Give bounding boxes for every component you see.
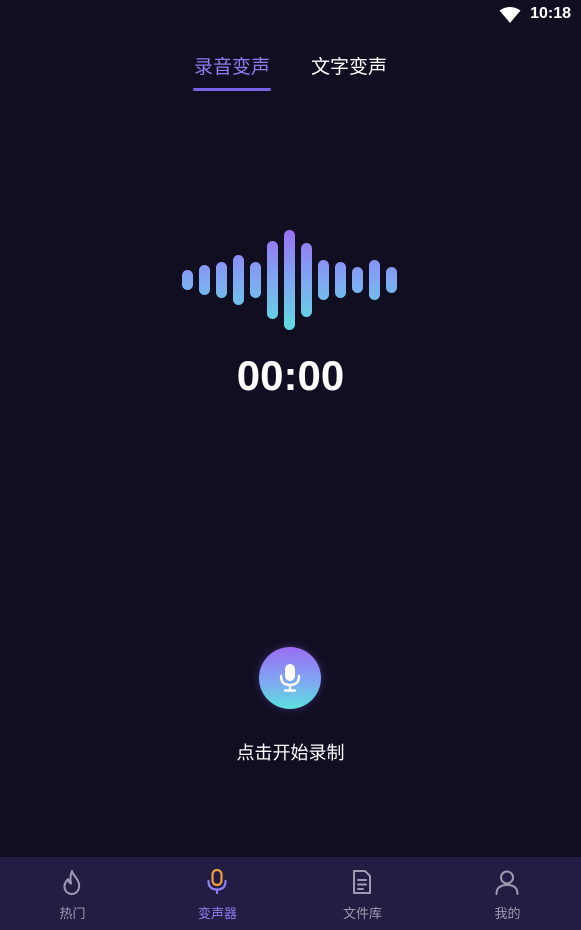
tab-bar: 录音变声 文字变声 [0, 54, 581, 94]
active-tab-indicator [193, 88, 271, 91]
bottom-nav: 热门 变声器 文件库 我的 [0, 857, 581, 930]
wave-bar [335, 262, 346, 298]
status-bar: 10:18 [0, 0, 581, 32]
nav-item-profile[interactable]: 我的 [435, 857, 580, 930]
wave-bar [250, 262, 261, 298]
wave-bar [318, 260, 329, 300]
nav-label-file-library: 文件库 [342, 907, 382, 922]
nav-item-hot[interactable]: 热门 [0, 857, 145, 930]
nav-label-profile: 我的 [494, 907, 521, 922]
document-icon [353, 870, 371, 894]
wave-bar [284, 230, 295, 330]
flame-icon [63, 870, 81, 895]
record-hint-text: 点击开始录制 [236, 743, 345, 764]
record-button[interactable] [259, 647, 321, 709]
waveform-graphic [182, 230, 397, 330]
wave-bar [182, 270, 193, 290]
nav-label-voice-changer: 变声器 [197, 907, 237, 922]
wave-bar [352, 267, 363, 293]
wifi-icon [499, 7, 521, 23]
wave-bar [369, 260, 380, 300]
recording-timer: 00:00 [236, 352, 345, 399]
wave-bar [386, 267, 397, 293]
wave-bar [216, 262, 227, 298]
wave-bar [301, 243, 312, 317]
status-time: 10:18 [530, 5, 571, 22]
microphone-icon [279, 664, 301, 692]
tab-record-voice[interactable]: 录音变声 [192, 54, 272, 80]
nav-item-file-library[interactable]: 文件库 [290, 857, 435, 930]
microphone-icon [207, 868, 227, 894]
wave-bar [233, 255, 244, 305]
wave-bar [267, 241, 278, 319]
nav-item-voice-changer[interactable]: 变声器 [145, 857, 290, 930]
tab-text-voice[interactable]: 文字变声 [309, 54, 389, 80]
wave-bar [199, 265, 210, 295]
user-icon [495, 870, 519, 895]
nav-label-hot: 热门 [59, 907, 86, 922]
